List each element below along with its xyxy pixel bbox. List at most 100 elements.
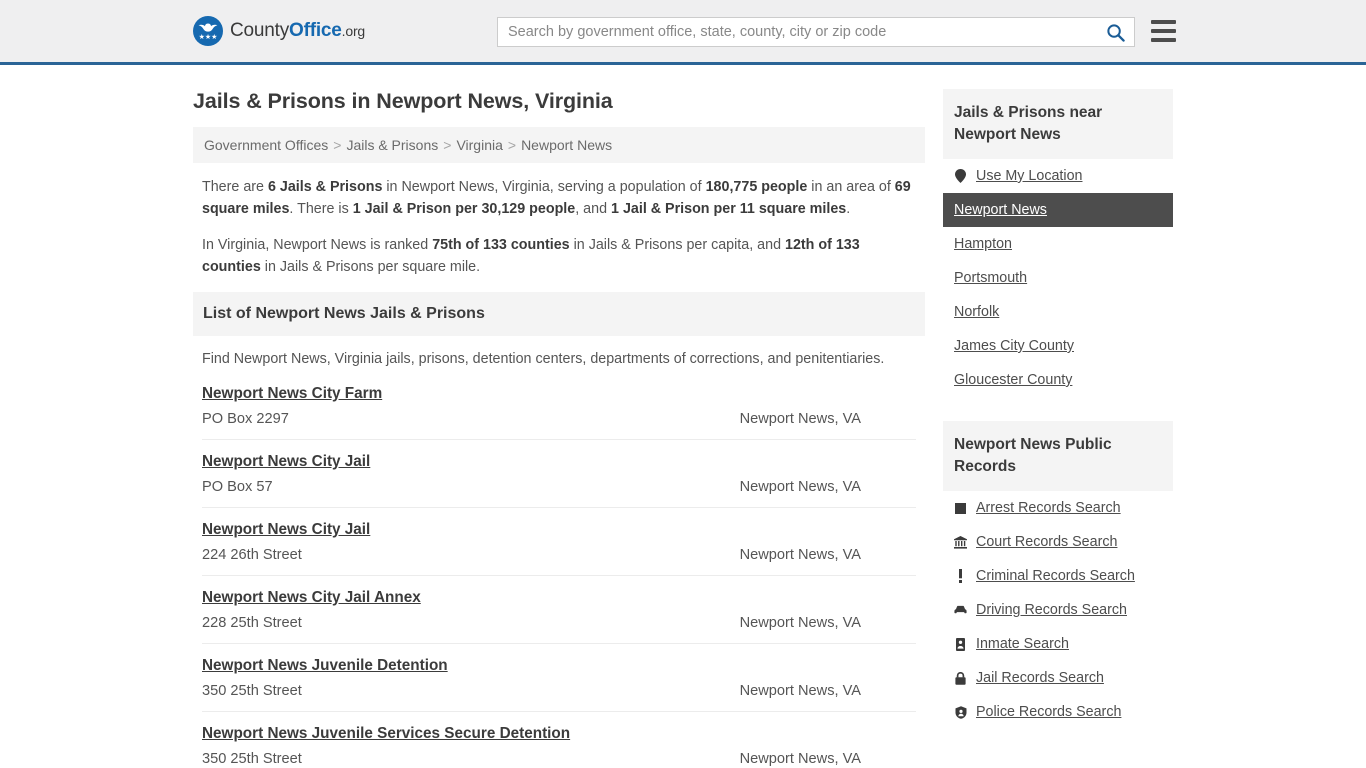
statistics-section: There are 6 Jails & Prisons in Newport N…	[193, 163, 925, 278]
stats-text: .	[846, 201, 851, 217]
jails-prisons-list: Newport News City Farm PO Box 2297 Newport…	[193, 383, 925, 768]
sidebar-item-label[interactable]: Use My Location	[976, 168, 1082, 184]
sidebar-item-james-city-county[interactable]: James City County	[943, 329, 1173, 363]
stars-icon: ★★★	[198, 34, 218, 41]
stats-population: 180,775 people	[705, 179, 808, 195]
table-row: Newport News City Farm PO Box 2297 Newport…	[202, 383, 916, 440]
listing-details: Newport News Juvenile Services Secure De…	[202, 725, 570, 767]
stats-text: in an area of	[807, 179, 895, 195]
listing-address: 224 26th Street	[202, 547, 302, 563]
sidebar-item-label[interactable]: Newport News	[954, 202, 1047, 218]
records-item-label[interactable]: Arrest Records Search	[976, 500, 1121, 516]
listing-details: Newport News Juvenile Detention 350 25th …	[202, 657, 448, 699]
logo-text-office: Office	[289, 20, 342, 41]
sidebar-item-portsmouth[interactable]: Portsmouth	[943, 261, 1173, 295]
table-row: Newport News City Jail PO Box 57 Newport N…	[202, 453, 916, 508]
listing-city-state: Newport News, VA	[739, 411, 861, 427]
records-item-label[interactable]: Criminal Records Search	[976, 568, 1135, 584]
site-logo[interactable]: ★★★ CountyOffice.org	[193, 16, 365, 46]
listing-city-state: Newport News, VA	[739, 751, 861, 767]
county-office-logo-icon: ★★★	[193, 16, 223, 46]
nearby-section-title: Jails & Prisons near Newport News	[943, 89, 1173, 159]
sidebar-item-use-my-location[interactable]: Use My Location	[943, 159, 1173, 193]
fingerprint-icon	[954, 502, 967, 514]
sidebar-item-norfolk[interactable]: Norfolk	[943, 295, 1173, 329]
logo-text-org: .org	[341, 23, 366, 39]
records-item-label[interactable]: Police Records Search	[976, 704, 1121, 720]
search-button[interactable]	[1096, 18, 1134, 46]
breadcrumb-item-2[interactable]: Virginia	[456, 137, 502, 153]
listing-name-link[interactable]: Newport News City Jail	[202, 521, 370, 539]
stats-text: , and	[575, 201, 612, 217]
records-item-inmate-search[interactable]: Inmate Search	[943, 627, 1173, 661]
hamburger-bar-2	[1151, 29, 1176, 33]
stats-text: . There is	[289, 201, 353, 217]
nearby-list: Use My Location Newport News Hampton Portsm…	[943, 159, 1173, 397]
listing-details: Newport News City Farm PO Box 2297	[202, 385, 382, 427]
breadcrumb-item-1[interactable]: Jails & Prisons	[346, 137, 438, 153]
sidebar-item-label[interactable]: Hampton	[954, 236, 1012, 252]
lock-icon	[954, 671, 967, 685]
search-bar	[497, 17, 1135, 47]
list-description: Find Newport News, Virginia jails, priso…	[202, 351, 885, 367]
logo-text-county: County	[230, 20, 290, 41]
page-title: Jails & Prisons in Newport News, Virgini…	[193, 89, 613, 113]
sidebar-item-label[interactable]: Gloucester County	[954, 372, 1072, 388]
car-icon	[954, 605, 967, 615]
listing-details: Newport News City Jail Annex 228 25th Str…	[202, 589, 421, 631]
listing-city-state: Newport News, VA	[739, 683, 861, 699]
table-row: Newport News City Jail Annex 228 25th Str…	[202, 589, 916, 644]
sidebar-item-newport-news[interactable]: Newport News	[943, 193, 1173, 227]
records-item-driving-records-search[interactable]: Driving Records Search	[943, 593, 1173, 627]
main-content: Jails & Prisons in Newport News, Virgini…	[193, 65, 925, 768]
site-logo-text: CountyOffice.org	[230, 20, 365, 42]
table-row: Newport News Juvenile Detention 350 25th …	[202, 657, 916, 712]
stats-text: There are	[202, 179, 268, 195]
stats-per-capita: 1 Jail & Prison per 30,129 people	[352, 201, 576, 217]
sidebar-item-hampton[interactable]: Hampton	[943, 227, 1173, 261]
sidebar-item-gloucester-county[interactable]: Gloucester County	[943, 363, 1173, 397]
sidebar-item-label[interactable]: James City County	[954, 338, 1074, 354]
table-row: Newport News City Jail 224 26th Street New…	[202, 521, 916, 576]
sidebar-item-label[interactable]: Portsmouth	[954, 270, 1027, 286]
breadcrumb-separator: >	[507, 137, 517, 153]
listing-details: Newport News City Jail 224 26th Street	[202, 521, 370, 563]
listing-name-link[interactable]: Newport News City Farm	[202, 385, 382, 403]
records-item-jail-records-search[interactable]: Jail Records Search	[943, 661, 1173, 695]
breadcrumb-item-0[interactable]: Government Offices	[204, 137, 328, 153]
records-item-label[interactable]: Driving Records Search	[976, 602, 1127, 618]
breadcrumb: Government Offices > Jails & Prisons > Virgi…	[193, 127, 925, 163]
records-item-label[interactable]: Court Records Search	[976, 534, 1117, 550]
listing-name-link[interactable]: Newport News Juvenile Detention	[202, 657, 448, 675]
sidebar-item-label[interactable]: Norfolk	[954, 304, 999, 320]
listing-name-link[interactable]: Newport News City Jail	[202, 453, 370, 471]
stats-per-area: 1 Jail & Prison per 11 square miles	[611, 201, 847, 217]
listing-details: Newport News City Jail PO Box 57	[202, 453, 370, 495]
breadcrumb-item-3[interactable]: Newport News	[521, 137, 612, 153]
menu-button[interactable]	[1151, 20, 1176, 42]
records-item-label[interactable]: Jail Records Search	[976, 670, 1104, 686]
hamburger-bar-1	[1151, 20, 1176, 24]
records-item-arrest-records-search[interactable]: Arrest Records Search	[943, 491, 1173, 525]
listing-address: PO Box 57	[202, 479, 273, 495]
map-pin-icon	[954, 169, 967, 183]
list-section-title: List of Newport News Jails & Prisons	[193, 292, 925, 336]
breadcrumb-separator: >	[333, 137, 342, 153]
listing-name-link[interactable]: Newport News City Jail Annex	[202, 589, 421, 607]
records-item-court-records-search[interactable]: Court Records Search	[943, 525, 1173, 559]
records-item-label[interactable]: Inmate Search	[976, 636, 1069, 652]
search-input[interactable]	[498, 18, 1096, 46]
stats-text: In Virginia, Newport News is ranked	[202, 237, 433, 253]
stats-text: in Jails & Prisons per square mile.	[260, 259, 481, 275]
records-item-police-records-search[interactable]: Police Records Search	[943, 695, 1173, 729]
id-card-icon	[954, 637, 967, 651]
listing-name-link[interactable]: Newport News Juvenile Services Secure De…	[202, 725, 570, 743]
rank-per-capita: 75th of 133 counties	[432, 237, 570, 253]
sidebar: Jails & Prisons near Newport News Use My…	[943, 65, 1173, 768]
courthouse-icon	[954, 535, 967, 549]
police-badge-icon	[954, 705, 967, 719]
exclamation-icon	[954, 569, 967, 583]
listing-address: 350 25th Street	[202, 751, 302, 767]
public-records-section-title: Newport News Public Records	[943, 421, 1173, 491]
records-item-criminal-records-search[interactable]: Criminal Records Search	[943, 559, 1173, 593]
